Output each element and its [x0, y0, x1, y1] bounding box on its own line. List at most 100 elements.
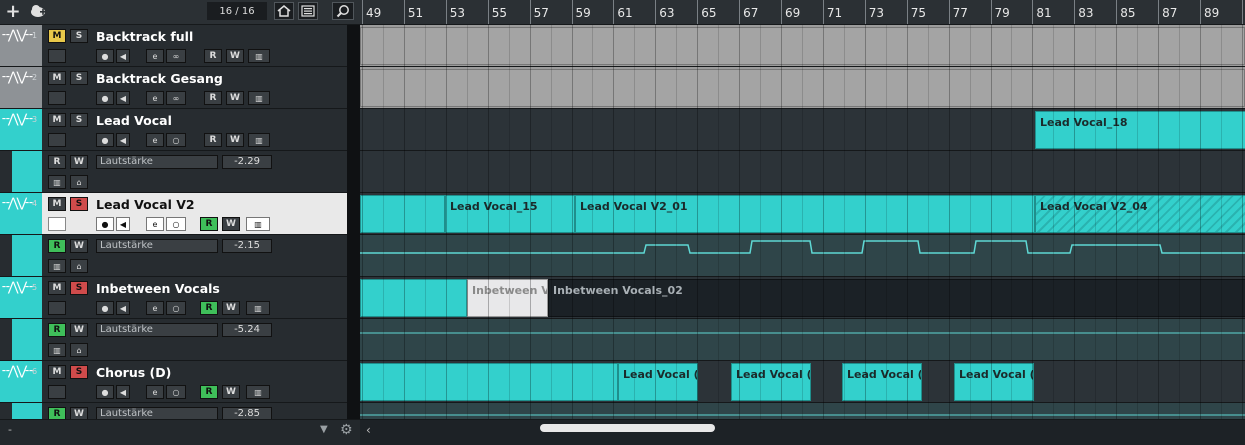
- read-automation-button[interactable]: R: [200, 217, 218, 231]
- lanes-icon[interactable]: ▥: [248, 133, 270, 147]
- track-row[interactable]: ╌⋀⋁╌ 6 M S Chorus (D) ● ◀ e ○ R W ▥: [0, 361, 347, 403]
- audio-event[interactable]: Lead Vocal (D): [842, 363, 922, 401]
- write-automation-button[interactable]: W: [222, 385, 240, 399]
- audio-event[interactable]: Lead Vocal (D): [731, 363, 811, 401]
- lock-icon[interactable]: ⌂: [70, 343, 88, 357]
- track-row[interactable]: ╌⋀⋁╌ 5 M S Inbetween Vocals ● ◀ e ○ R W …: [0, 277, 347, 319]
- lanes-icon[interactable]: ▥: [48, 343, 66, 357]
- link-icon[interactable]: ○: [166, 385, 186, 399]
- record-enable-button[interactable]: ●: [96, 385, 114, 399]
- track-name[interactable]: Backtrack Gesang: [96, 71, 223, 86]
- write-automation-button[interactable]: W: [70, 239, 88, 253]
- audio-event[interactable]: Inbetween Voc: [467, 279, 548, 317]
- edit-channel-icon[interactable]: e: [146, 217, 164, 231]
- search-button[interactable]: [332, 2, 354, 20]
- track-name[interactable]: Lead Vocal V2: [96, 197, 195, 212]
- audio-event[interactable]: Lead Vocal (D): [954, 363, 1034, 401]
- automation-value[interactable]: -2.15: [222, 239, 272, 253]
- link-icon[interactable]: ∞: [166, 49, 186, 63]
- monitor-icon[interactable]: ◀: [116, 133, 130, 147]
- track-row[interactable]: ╌⋀⋁╌ 1 M S Backtrack full ● ◀ e ∞ R W ▥: [0, 25, 347, 67]
- read-automation-button[interactable]: R: [48, 407, 66, 419]
- write-automation-button[interactable]: W: [70, 407, 88, 419]
- edit-channel-icon[interactable]: e: [146, 385, 164, 399]
- audio-event[interactable]: Lead Vocal V2_01: [575, 195, 1035, 233]
- read-automation-button[interactable]: R: [48, 239, 66, 253]
- horizontal-scrollbar[interactable]: ‹: [360, 419, 1245, 445]
- link-icon[interactable]: ○: [166, 301, 186, 315]
- write-automation-button[interactable]: W: [222, 301, 240, 315]
- solo-button[interactable]: S: [70, 365, 88, 379]
- track-row[interactable]: ╌⋀⋁╌ 2 M S Backtrack Gesang ● ◀ e ∞ R W …: [0, 67, 347, 109]
- record-enable-button[interactable]: ●: [96, 301, 114, 315]
- track-select-checkbox[interactable]: [48, 385, 66, 399]
- track-select-checkbox[interactable]: [48, 91, 66, 105]
- automation-parameter-select[interactable]: Lautstärke: [96, 407, 218, 419]
- read-automation-button[interactable]: R: [48, 155, 66, 169]
- mute-button[interactable]: M: [48, 113, 66, 127]
- home-button[interactable]: [274, 2, 294, 20]
- lanes-icon[interactable]: ▥: [248, 91, 270, 105]
- mute-button[interactable]: M: [48, 281, 66, 295]
- track-name[interactable]: Inbetween Vocals: [96, 281, 220, 296]
- record-enable-button[interactable]: ●: [96, 133, 114, 147]
- monitor-icon[interactable]: ◀: [116, 301, 130, 315]
- zoom-out-button[interactable]: -: [8, 423, 12, 436]
- link-icon[interactable]: ∞: [166, 91, 186, 105]
- solo-button[interactable]: S: [70, 197, 88, 211]
- triangle-down-icon[interactable]: ▼: [320, 424, 328, 435]
- lanes-icon[interactable]: ▥: [246, 385, 270, 399]
- list-button[interactable]: [298, 2, 318, 20]
- write-automation-button[interactable]: W: [222, 217, 240, 231]
- link-icon[interactable]: ○: [166, 217, 186, 231]
- mute-button[interactable]: M: [48, 197, 66, 211]
- timeline-ruler[interactable]: 49 51 53 55 57 59 61 63 65 67 69 71 73 75 77 79 81 83 85 87…: [360, 0, 1245, 25]
- edit-channel-icon[interactable]: e: [146, 133, 164, 147]
- edit-channel-icon[interactable]: e: [146, 91, 164, 105]
- read-automation-button[interactable]: R: [200, 385, 218, 399]
- track-name[interactable]: Chorus (D): [96, 365, 171, 380]
- link-icon[interactable]: ○: [166, 133, 186, 147]
- lanes-icon[interactable]: ▥: [48, 175, 66, 189]
- monitor-icon[interactable]: ◀: [116, 217, 130, 231]
- automation-value[interactable]: -2.85: [222, 407, 272, 419]
- mute-button[interactable]: M: [48, 365, 66, 379]
- write-automation-button[interactable]: W: [70, 323, 88, 337]
- audio-event[interactable]: Lead Vocal V2_04: [1035, 195, 1245, 233]
- project-event-area[interactable]: Lead Vocal_18 Lead Vocal_15 Lead Vocal V…: [360, 25, 1245, 419]
- gear-icon[interactable]: ⚙: [340, 422, 353, 438]
- audio-event[interactable]: Lead Vocal_15: [445, 195, 575, 233]
- write-automation-button[interactable]: W: [226, 91, 244, 105]
- scrollbar-thumb[interactable]: [540, 424, 715, 432]
- write-automation-button[interactable]: W: [226, 133, 244, 147]
- audio-event[interactable]: [360, 363, 618, 401]
- read-automation-button[interactable]: R: [204, 133, 222, 147]
- track-name[interactable]: Lead Vocal: [96, 113, 172, 128]
- automation-parameter-select[interactable]: Lautstärke: [96, 323, 218, 337]
- mute-button[interactable]: M: [48, 29, 66, 43]
- track-select-checkbox[interactable]: [48, 217, 66, 231]
- lanes-icon[interactable]: ▥: [248, 49, 270, 63]
- track-row[interactable]: ╌⋀⋁╌ 3 M S Lead Vocal ● ◀ e ○ R W ▥: [0, 109, 347, 151]
- lanes-icon[interactable]: ▥: [48, 259, 66, 273]
- automation-parameter-select[interactable]: Lautstärke: [96, 239, 218, 253]
- add-special-button[interactable]: [28, 2, 48, 20]
- monitor-icon[interactable]: ◀: [116, 385, 130, 399]
- read-automation-button[interactable]: R: [204, 49, 222, 63]
- track-name[interactable]: Backtrack full: [96, 29, 193, 44]
- automation-value[interactable]: -2.29: [222, 155, 272, 169]
- audio-event[interactable]: [360, 279, 467, 317]
- audio-event[interactable]: Lead Vocal (D): [618, 363, 698, 401]
- chevron-left-icon[interactable]: ‹: [366, 423, 371, 437]
- record-enable-button[interactable]: ●: [96, 217, 114, 231]
- monitor-icon[interactable]: ◀: [116, 91, 130, 105]
- write-automation-button[interactable]: W: [70, 155, 88, 169]
- solo-button[interactable]: S: [70, 113, 88, 127]
- read-automation-button[interactable]: R: [48, 323, 66, 337]
- track-select-checkbox[interactable]: [48, 133, 66, 147]
- automation-value[interactable]: -5.24: [222, 323, 272, 337]
- lock-icon[interactable]: ⌂: [70, 259, 88, 273]
- audio-event[interactable]: [360, 195, 445, 233]
- write-automation-button[interactable]: W: [226, 49, 244, 63]
- monitor-icon[interactable]: ◀: [116, 49, 130, 63]
